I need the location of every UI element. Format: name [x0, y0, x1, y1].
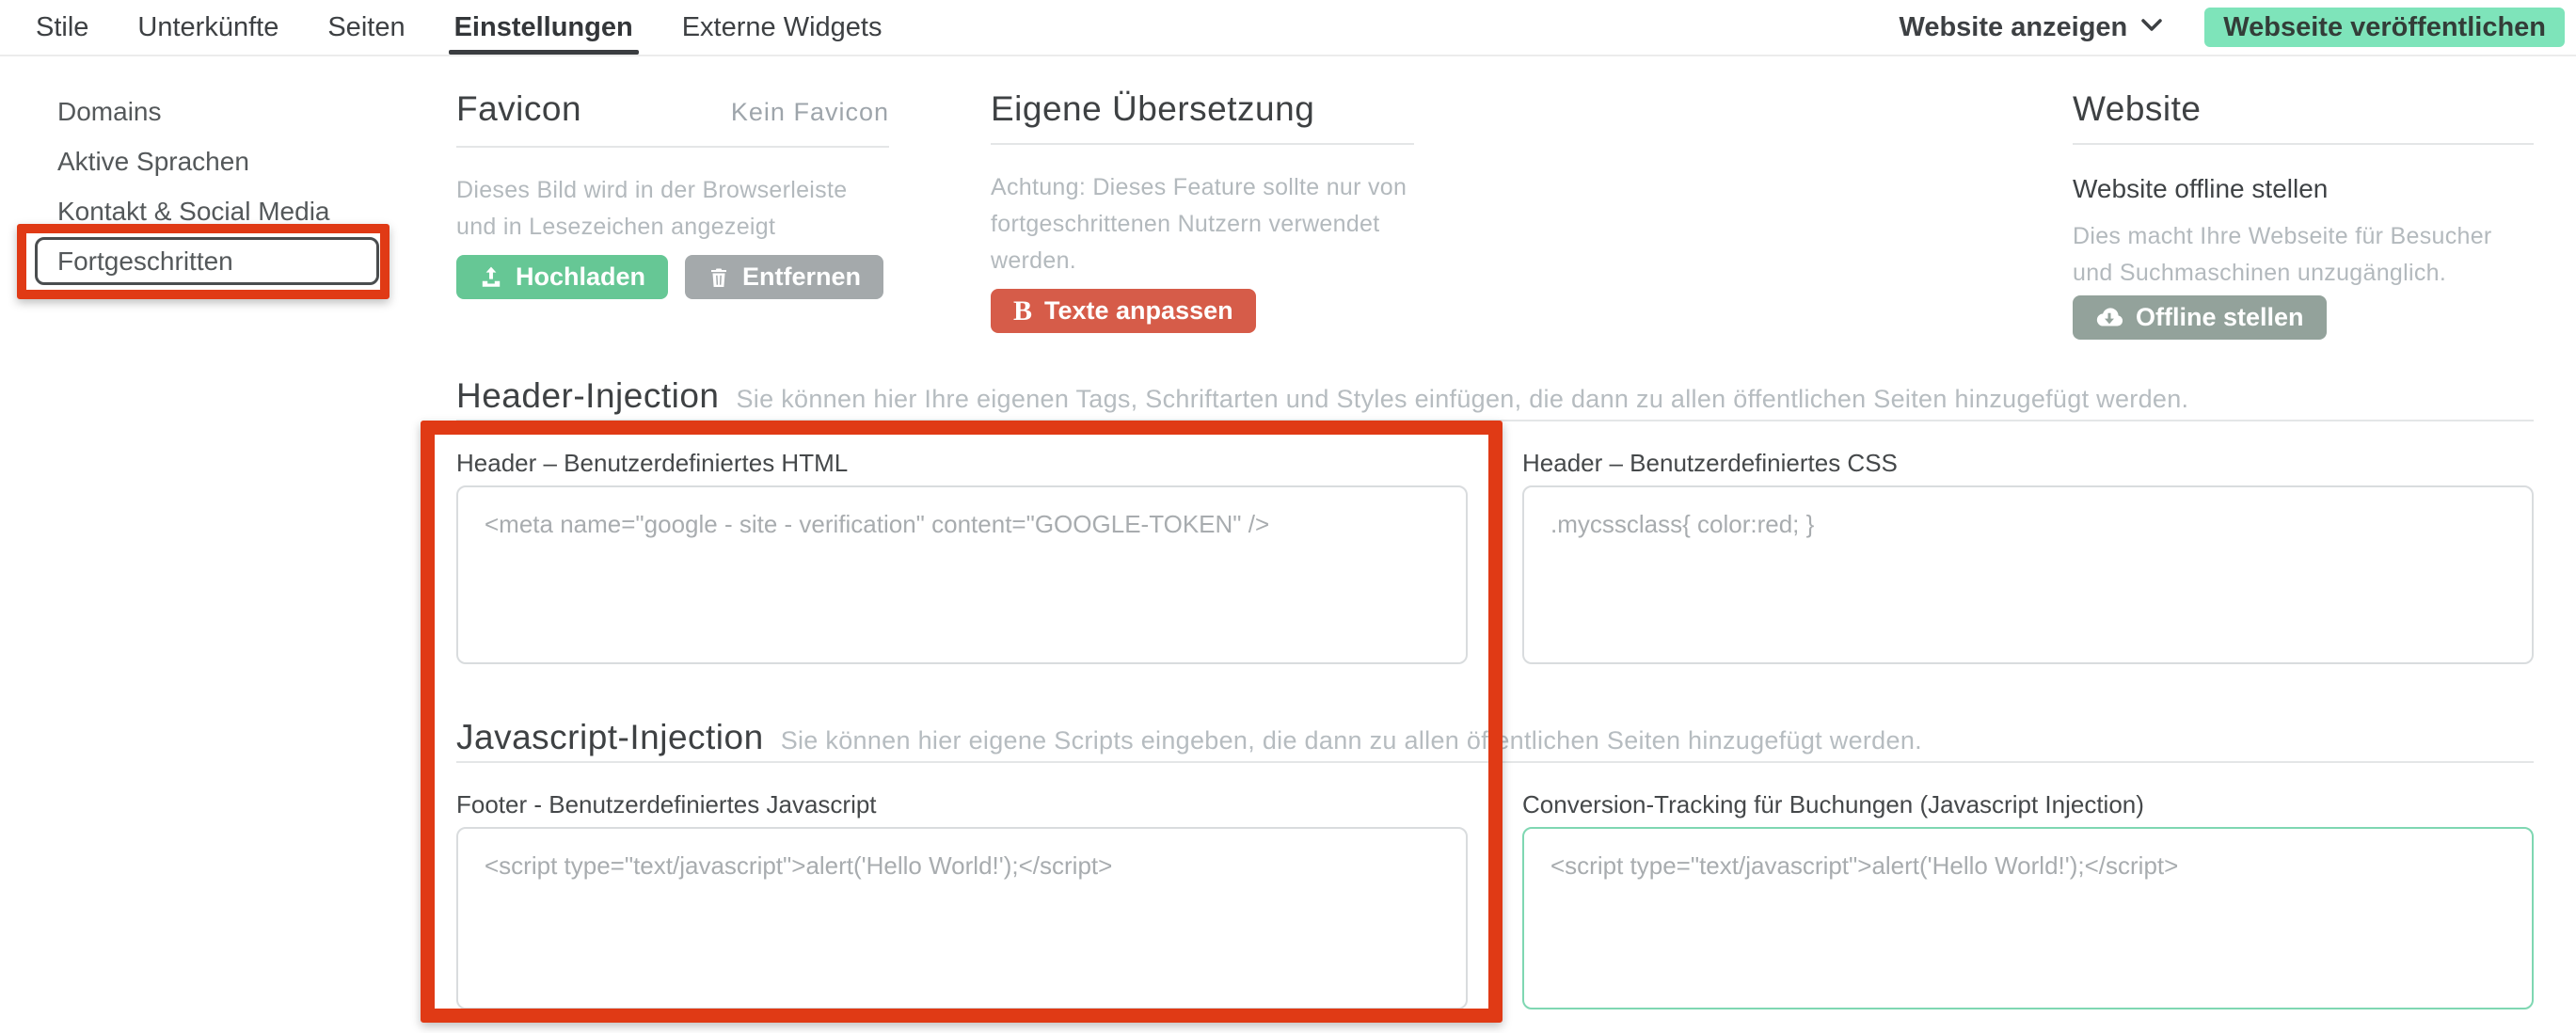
- view-website-label: Website anzeigen: [1899, 12, 2127, 43]
- website-section: Website Website offline stellen Dies mac…: [2073, 88, 2534, 340]
- adjust-texts-label: Texte anpassen: [1044, 296, 1233, 326]
- javascript-injection-title: Javascript-Injection: [456, 717, 764, 758]
- sidebar-item-aktive-sprachen[interactable]: Aktive Sprachen: [0, 136, 442, 186]
- footer-javascript-label: Footer - Benutzerdefiniertes Javascript: [456, 789, 1468, 819]
- website-title: Website: [2073, 88, 2202, 130]
- tab-externe-widgets[interactable]: Externe Widgets: [682, 0, 883, 55]
- footer-javascript-textarea[interactable]: [456, 827, 1468, 1009]
- tab-seiten[interactable]: Seiten: [327, 0, 405, 55]
- divider: [2073, 143, 2534, 145]
- header-html-textarea[interactable]: [456, 485, 1468, 664]
- top-navigation-bar: Stile Unterkünfte Seiten Einstellungen E…: [0, 0, 2576, 56]
- divider: [991, 143, 1414, 145]
- conversion-tracking-field: Conversion-Tracking für Buchungen (Javas…: [1522, 789, 2534, 1009]
- divider: [456, 420, 2534, 421]
- upload-icon: [479, 265, 503, 290]
- upload-button-label: Hochladen: [516, 262, 645, 292]
- website-offline-subtitle: Website offline stellen: [2073, 173, 2534, 205]
- divider: [456, 146, 889, 148]
- header-injection-title: Header-Injection: [456, 375, 719, 417]
- footer-javascript-field: Footer - Benutzerdefiniertes Javascript: [456, 789, 1468, 1009]
- tab-unterkuenfte[interactable]: Unterkünfte: [137, 0, 278, 55]
- sidebar-item-kontakt-social-media[interactable]: Kontakt & Social Media: [0, 186, 442, 236]
- trash-icon: [708, 265, 730, 290]
- header-css-textarea[interactable]: [1522, 485, 2534, 664]
- cloud-download-icon: [2095, 306, 2123, 330]
- conversion-tracking-label: Conversion-Tracking für Buchungen (Javas…: [1522, 789, 2534, 819]
- header-html-label: Header – Benutzerdefiniertes HTML: [456, 448, 1468, 478]
- view-website-dropdown[interactable]: Website anzeigen: [1899, 12, 2163, 43]
- tab-einstellungen[interactable]: Einstellungen: [454, 0, 633, 55]
- bold-icon: B: [1013, 297, 1032, 326]
- adjust-texts-button[interactable]: B Texte anpassen: [991, 289, 1256, 333]
- favicon-remove-button[interactable]: Entfernen: [685, 255, 883, 299]
- sidebar-item-fortgeschritten[interactable]: Fortgeschritten: [0, 236, 442, 286]
- favicon-status: Kein Favicon: [731, 91, 889, 133]
- translation-description: Achtung: Dieses Feature sollte nur von f…: [991, 169, 1414, 279]
- favicon-upload-button[interactable]: Hochladen: [456, 255, 668, 299]
- header-css-field: Header – Benutzerdefiniertes CSS: [1522, 448, 2534, 664]
- publish-website-button[interactable]: Webseite veröffentlichen: [2204, 8, 2565, 47]
- settings-main-content: Favicon Kein Favicon Dieses Bild wird in…: [456, 55, 2534, 1009]
- remove-button-label: Entfernen: [742, 262, 861, 292]
- favicon-section: Favicon Kein Favicon Dieses Bild wird in…: [456, 88, 889, 340]
- header-injection-subtitle: Sie können hier Ihre eigenen Tags, Schri…: [736, 378, 2188, 420]
- divider: [456, 761, 2534, 763]
- offline-button-label: Offline stellen: [2136, 303, 2304, 332]
- javascript-injection-section: Javascript-Injection Sie können hier eig…: [456, 717, 2534, 1009]
- header-html-field: Header – Benutzerdefiniertes HTML: [456, 448, 1468, 664]
- translation-section: Eigene Übersetzung Achtung: Dieses Featu…: [991, 88, 1414, 340]
- website-offline-description: Dies macht Ihre Webseite für Besucher un…: [2073, 218, 2534, 292]
- settings-sidebar: Domains Aktive Sprachen Kontakt & Social…: [0, 55, 442, 286]
- tab-stile[interactable]: Stile: [36, 0, 88, 55]
- header-css-label: Header – Benutzerdefiniertes CSS: [1522, 448, 2534, 478]
- translation-title: Eigene Übersetzung: [991, 88, 1314, 130]
- conversion-tracking-textarea[interactable]: [1522, 827, 2534, 1009]
- offline-button[interactable]: Offline stellen: [2073, 295, 2327, 340]
- chevron-down-icon: [2140, 18, 2163, 38]
- topbar-actions: Website anzeigen Webseite veröffentliche…: [1899, 8, 2576, 47]
- javascript-injection-subtitle: Sie können hier eigene Scripts eingeben,…: [781, 720, 1922, 761]
- favicon-description: Dieses Bild wird in der Browserleiste un…: [456, 172, 889, 246]
- main-tabs: Stile Unterkünfte Seiten Einstellungen E…: [0, 0, 882, 55]
- favicon-title: Favicon: [456, 88, 581, 130]
- header-injection-section: Header-Injection Sie können hier Ihre ei…: [456, 375, 2534, 664]
- sidebar-item-domains[interactable]: Domains: [0, 87, 442, 136]
